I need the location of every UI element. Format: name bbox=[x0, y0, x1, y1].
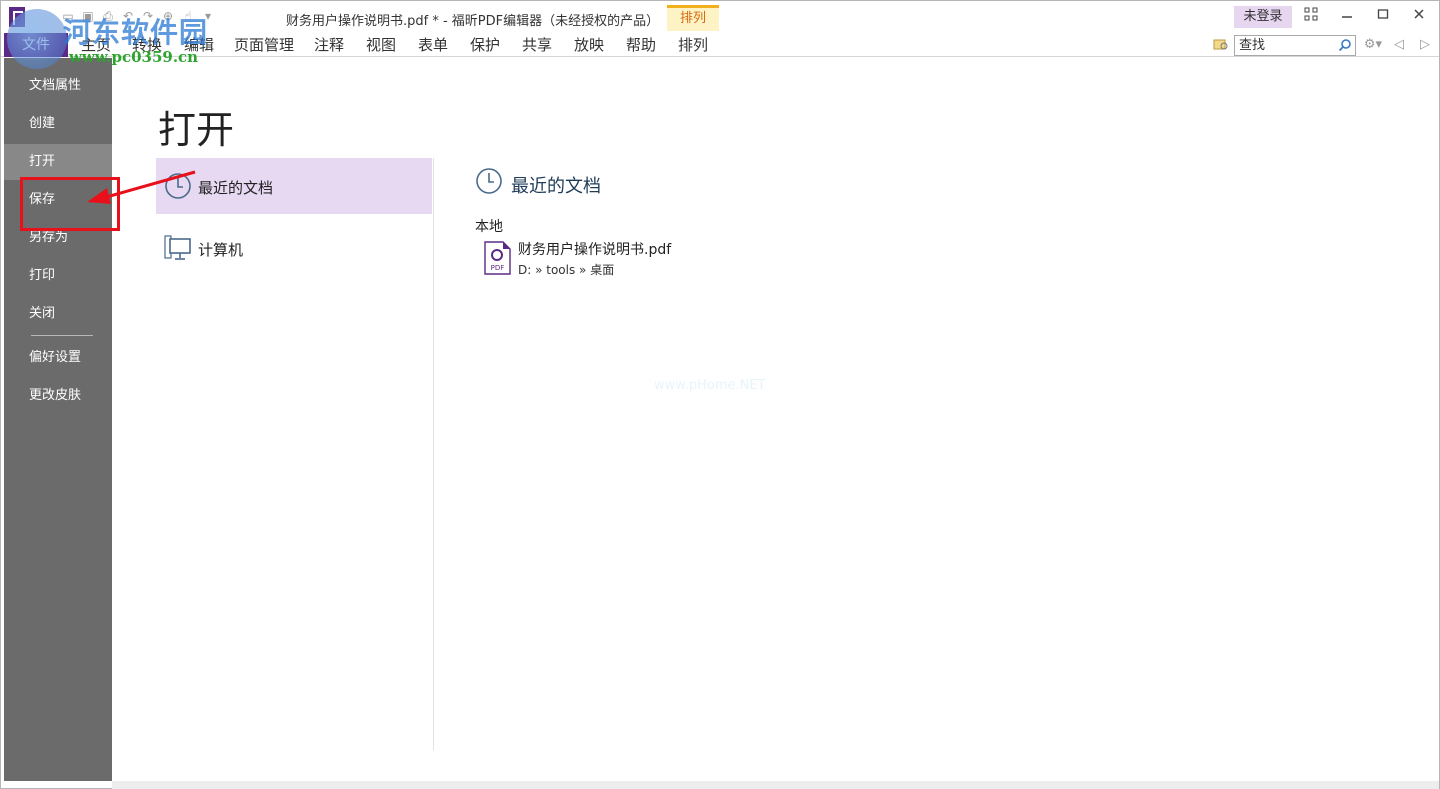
tab-help[interactable]: 帮助 bbox=[626, 35, 656, 57]
watermark-site-name: 河东软件园 bbox=[63, 16, 209, 49]
page-title: 打开 bbox=[158, 108, 235, 152]
option-label: 计算机 bbox=[198, 241, 244, 259]
ribbon-tab-bar: 文件 主页 转换 编辑 页面管理 注释 视图 表单 保护 共享 放映 帮助 排列… bbox=[1, 33, 1439, 57]
tab-share[interactable]: 共享 bbox=[522, 35, 552, 57]
maximize-icon[interactable] bbox=[1370, 7, 1396, 27]
option-label: 最近的文档 bbox=[198, 179, 274, 197]
option-computer[interactable]: 计算机 bbox=[156, 220, 432, 276]
section-title: 最近的文档 bbox=[511, 176, 601, 197]
nav-forward-icon[interactable]: ▷ bbox=[1417, 37, 1433, 53]
tab-comment[interactable]: 注释 bbox=[314, 35, 344, 57]
column-divider bbox=[433, 158, 434, 750]
local-group-label: 本地 bbox=[475, 219, 503, 235]
sidebar-item-preferences[interactable]: 偏好设置 bbox=[4, 340, 112, 376]
fullscreen-icon[interactable] bbox=[1298, 7, 1324, 27]
close-icon[interactable] bbox=[1406, 7, 1432, 27]
minimize-icon[interactable] bbox=[1334, 7, 1360, 27]
sidebar-item-close[interactable]: 关闭 bbox=[4, 296, 112, 332]
find-folder-icon[interactable] bbox=[1213, 37, 1229, 53]
sidebar-item-document-properties[interactable]: 文档属性 bbox=[4, 68, 112, 104]
search-icon[interactable] bbox=[1338, 38, 1352, 52]
file-name[interactable]: 财务用户操作说明书.pdf bbox=[518, 239, 671, 259]
tab-arrange[interactable]: 排列 bbox=[678, 35, 708, 57]
sidebar-item-create[interactable]: 创建 bbox=[4, 106, 112, 142]
tab-slideshow[interactable]: 放映 bbox=[574, 35, 604, 57]
bottom-strip bbox=[112, 781, 1439, 789]
app-window: ▭ ▣ ⎙ ↶ ↷ ⊕ ☝ ▾ 财务用户操作说明书.pdf * - 福昕PDF编… bbox=[0, 0, 1440, 789]
file-path: D: » tools » 桌面 bbox=[518, 263, 615, 277]
nav-back-icon[interactable]: ◁ bbox=[1391, 37, 1407, 53]
open-options-list: 最近的文档 计算机 bbox=[156, 158, 432, 750]
sidebar-item-print[interactable]: 打印 bbox=[4, 258, 112, 294]
tab-page-management[interactable]: 页面管理 bbox=[234, 35, 294, 57]
search-field[interactable] bbox=[1234, 35, 1356, 56]
sidebar-item-change-skin[interactable]: 更改皮肤 bbox=[4, 378, 112, 414]
tab-protect[interactable]: 保护 bbox=[470, 35, 500, 57]
watermark-center-text: www.pHome.NET bbox=[654, 378, 766, 393]
watermark-site-url: www.pc0359.cn bbox=[69, 48, 199, 66]
watermark-logo-icon bbox=[7, 9, 67, 69]
tab-form[interactable]: 表单 bbox=[418, 35, 448, 57]
sidebar-divider bbox=[31, 335, 93, 336]
pdf-file-icon: PDF bbox=[484, 241, 511, 275]
window-title: 财务用户操作说明书.pdf * - 福昕PDF编辑器（未经授权的产品） bbox=[286, 14, 660, 29]
tab-view[interactable]: 视图 bbox=[366, 35, 396, 57]
clock-icon bbox=[476, 168, 502, 194]
annotation-arrow-icon bbox=[87, 170, 196, 204]
context-tab-header: 排列 bbox=[667, 5, 719, 31]
settings-gear-icon[interactable]: ⚙▾ bbox=[1361, 37, 1385, 53]
login-button[interactable]: 未登录 bbox=[1234, 6, 1292, 28]
title-bar: ▭ ▣ ⎙ ↶ ↷ ⊕ ☝ ▾ 财务用户操作说明书.pdf * - 福昕PDF编… bbox=[1, 1, 1439, 33]
recent-file-item[interactable]: PDF 财务用户操作说明书.pdf D: » tools » 桌面 bbox=[484, 240, 744, 280]
search-input[interactable] bbox=[1235, 36, 1331, 55]
svg-text:PDF: PDF bbox=[491, 264, 505, 272]
computer-icon bbox=[164, 235, 191, 260]
